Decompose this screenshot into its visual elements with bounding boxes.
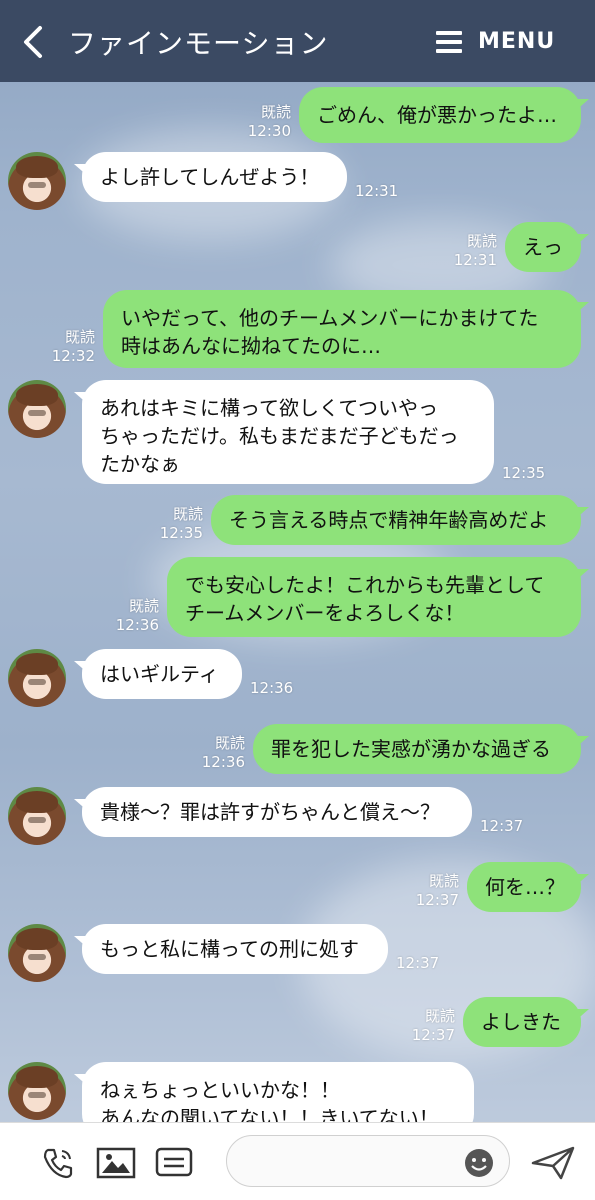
message-time: 12:30 bbox=[247, 122, 291, 140]
avatar[interactable] bbox=[8, 152, 66, 210]
back-arrow-icon[interactable] bbox=[18, 22, 48, 62]
outgoing-message: 既読 12:30 ごめん、俺が悪かったよ… bbox=[0, 87, 595, 153]
message-bubble[interactable]: 貴様～？罪は許すがちゃんと償え～？ bbox=[82, 787, 472, 837]
read-receipt: 既読 12:30 bbox=[248, 103, 291, 141]
message-time: 12:37 bbox=[411, 1026, 455, 1044]
read-label: 既読 bbox=[428, 872, 459, 890]
message-text-line: もっと私に構っての刑に処す bbox=[100, 937, 359, 961]
message-bubble[interactable]: ごめん、俺が悪かったよ… bbox=[299, 87, 581, 143]
read-label: 既読 bbox=[214, 734, 245, 752]
message-text-line: そう言える時点で精神年齢高めだよ bbox=[229, 508, 549, 532]
avatar[interactable] bbox=[8, 649, 66, 707]
incoming-message: 12:37 貴様～？罪は許すがちゃんと償え～？ bbox=[0, 787, 595, 847]
message-text-line: 時はあんなに拗ねてたのに… bbox=[121, 334, 381, 358]
message-time: 12:36 bbox=[115, 616, 159, 634]
message-text-line: はいギルティ bbox=[100, 662, 219, 686]
message-bubble[interactable]: よし許してしんぜよう！ bbox=[82, 152, 347, 202]
message-bubble[interactable]: えっ bbox=[505, 222, 581, 272]
read-label: 既読 bbox=[466, 232, 497, 250]
read-receipt: 既読 12:37 bbox=[412, 1007, 455, 1045]
message-text-line: よし許してしんぜよう！ bbox=[100, 165, 320, 189]
read-receipt: 既読 12:37 bbox=[416, 872, 459, 910]
message-text-line: あれはキミに構って欲しくてついやっ bbox=[100, 396, 438, 420]
outgoing-message: 既読 12:37 よしきた bbox=[0, 997, 595, 1057]
image-icon[interactable] bbox=[96, 1147, 136, 1179]
chat-title: ファインモーション bbox=[68, 27, 329, 60]
message-text-line: あんなの聞いてない！！きいてない！ bbox=[100, 1106, 439, 1122]
read-receipt: 既読 12:35 bbox=[160, 505, 203, 543]
chat-header: ファインモーション MENU bbox=[0, 0, 595, 82]
message-text-line: いやだって、他のチームメンバーにかまけてた bbox=[121, 306, 539, 330]
hamburger-icon bbox=[436, 30, 462, 53]
message-time: 12:37 bbox=[396, 954, 440, 972]
read-label: 既読 bbox=[128, 597, 159, 615]
message-text-line: チームメンバーをよろしくな！ bbox=[185, 601, 465, 625]
incoming-message: 12:37 もっと私に構っての刑に処す bbox=[0, 924, 595, 984]
message-text-line: ごめん、俺が悪かったよ… bbox=[317, 103, 557, 127]
message-text-line: ねぇちょっといいかな！！ bbox=[100, 1078, 340, 1102]
message-time: 12:31 bbox=[453, 251, 497, 269]
outgoing-message: 既読 12:36 罪を犯した実感が湧かな過ぎる bbox=[0, 724, 595, 784]
message-bubble[interactable]: そう言える時点で精神年齢高めだよ bbox=[211, 495, 581, 545]
message-time: 12:35 bbox=[159, 524, 203, 542]
outgoing-message: 既読 12:35 そう言える時点で精神年齢高めだよ bbox=[0, 495, 595, 555]
message-bubble[interactable]: はいギルティ bbox=[82, 649, 242, 699]
message-time: 12:35 bbox=[502, 464, 546, 482]
incoming-message: ねぇちょっといいかな！！ あんなの聞いてない！！きいてない！ bbox=[0, 1062, 595, 1122]
avatar[interactable] bbox=[8, 787, 66, 845]
message-bubble[interactable]: いやだって、他のチームメンバーにかまけてた 時はあんなに拗ねてたのに… bbox=[103, 290, 581, 368]
message-time: 12:37 bbox=[480, 817, 524, 835]
read-receipt: 既読 12:36 bbox=[116, 597, 159, 635]
read-receipt: 既読 12:31 bbox=[454, 232, 497, 270]
message-list[interactable]: 既読 12:30 ごめん、俺が悪かったよ… 12:31 よし許してしんぜよう！ 既読 12:… bbox=[0, 82, 595, 1122]
message-bubble[interactable]: もっと私に構っての刑に処す bbox=[82, 924, 388, 974]
outgoing-message: 既読 12:32 いやだって、他のチームメンバーにかまけてた 時はあんなに拗ねてたのに… bbox=[0, 290, 595, 378]
phone-icon[interactable] bbox=[40, 1145, 76, 1181]
outgoing-message: 既読 12:31 えっ bbox=[0, 222, 595, 282]
incoming-message: 12:31 よし許してしんぜよう！ bbox=[0, 152, 595, 212]
message-time: 12:31 bbox=[355, 182, 399, 200]
message-text-line: 貴様～？罪は許すがちゃんと償え～？ bbox=[100, 800, 440, 824]
menu-label: MENU bbox=[478, 29, 556, 54]
read-receipt: 既読 12:36 bbox=[202, 734, 245, 772]
emoji-icon[interactable] bbox=[464, 1148, 494, 1178]
outgoing-message: 既読 12:36 でも安心したよ！これからも先輩として チームメンバーをよろしくな！ bbox=[0, 557, 595, 647]
avatar[interactable] bbox=[8, 924, 66, 982]
avatar[interactable] bbox=[8, 1062, 66, 1120]
input-bar bbox=[0, 1122, 595, 1200]
message-text-line: 何を…？ bbox=[485, 875, 565, 899]
read-label: 既読 bbox=[424, 1007, 455, 1025]
avatar[interactable] bbox=[8, 380, 66, 438]
read-label: 既読 bbox=[172, 505, 203, 523]
message-time: 12:36 bbox=[250, 679, 294, 697]
message-time: 12:36 bbox=[201, 753, 245, 771]
message-bubble[interactable]: ねぇちょっといいかな！！ あんなの聞いてない！！きいてない！ bbox=[82, 1062, 474, 1122]
read-receipt: 既読 12:32 bbox=[52, 328, 95, 366]
message-bubble[interactable]: 何を…？ bbox=[467, 862, 581, 912]
send-icon[interactable] bbox=[530, 1145, 576, 1181]
message-time: 12:37 bbox=[415, 891, 459, 909]
read-label: 既読 bbox=[260, 103, 291, 121]
outgoing-message: 既読 12:37 何を…？ bbox=[0, 862, 595, 922]
message-text-line: よしきた bbox=[481, 1010, 561, 1034]
message-text-line: ちゃっただけ。私もまだまだ子どもだっ bbox=[100, 424, 459, 448]
message-text-line: でも安心したよ！これからも先輩として bbox=[185, 573, 545, 597]
message-text-line: たかなぁ bbox=[100, 452, 180, 476]
menu-button[interactable]: MENU bbox=[436, 29, 555, 54]
message-text-line: 罪を犯した実感が湧かな過ぎる bbox=[271, 737, 551, 761]
message-bubble[interactable]: 罪を犯した実感が湧かな過ぎる bbox=[253, 724, 581, 774]
message-bubble[interactable]: あれはキミに構って欲しくてついやっ ちゃっただけ。私もまだまだ子どもだっ たかなぁ bbox=[82, 380, 494, 484]
message-bubble[interactable]: でも安心したよ！これからも先輩として チームメンバーをよろしくな！ bbox=[167, 557, 581, 637]
read-label: 既読 bbox=[64, 328, 95, 346]
message-bubble[interactable]: よしきた bbox=[463, 997, 581, 1047]
message-time: 12:32 bbox=[51, 347, 95, 365]
message-text-line: えっ bbox=[523, 235, 563, 259]
keyboard-icon[interactable] bbox=[155, 1147, 193, 1177]
incoming-message: 12:35 あれはキミに構って欲しくてついやっ ちゃっただけ。私もまだまだ子どもだっ… bbox=[0, 380, 595, 494]
incoming-message: 12:36 はいギルティ bbox=[0, 649, 595, 709]
